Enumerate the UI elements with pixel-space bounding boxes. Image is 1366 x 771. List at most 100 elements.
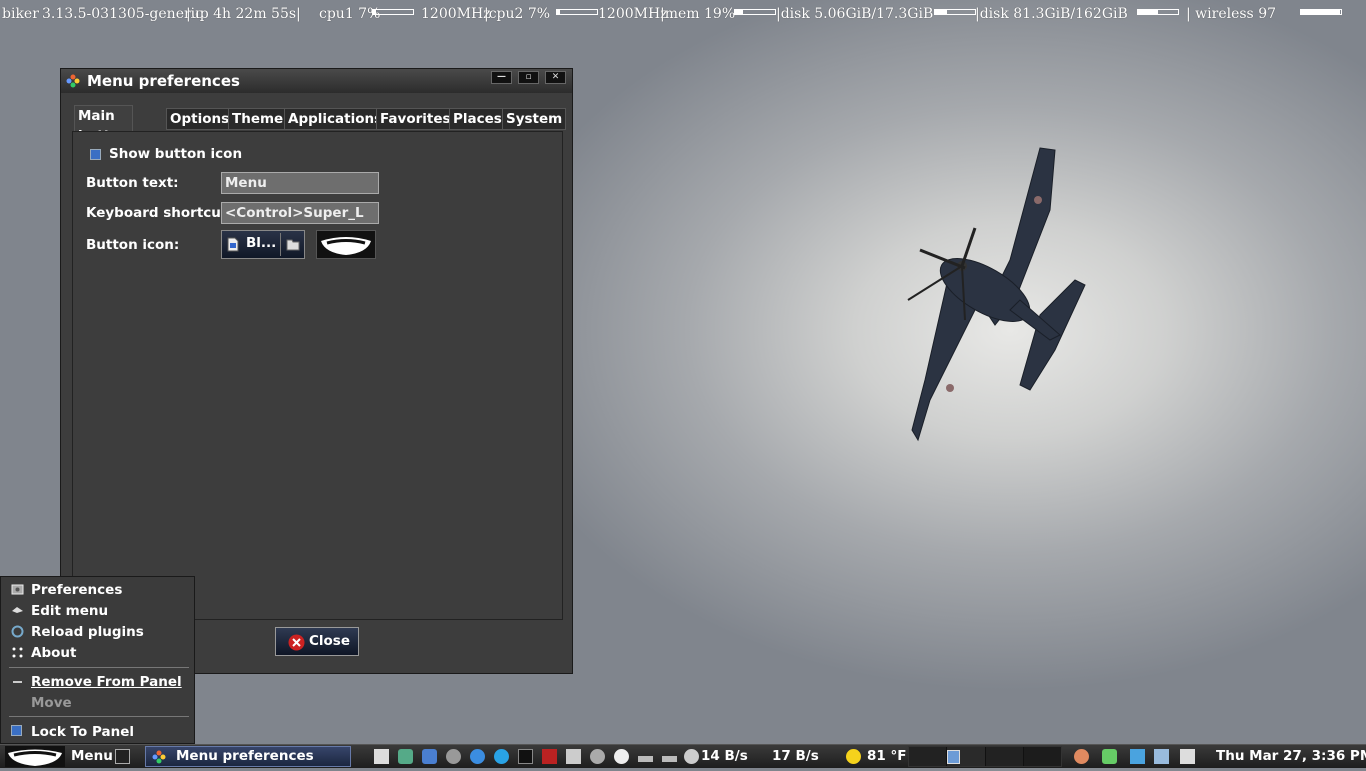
workspace-4[interactable] — [1024, 747, 1061, 766]
tab-options[interactable]: Options — [166, 108, 234, 130]
conky-cpu2-freq: 1200MHz — [598, 6, 668, 22]
settings-gear-icon[interactable] — [590, 749, 605, 764]
tab-places[interactable]: Places — [449, 108, 506, 130]
chopper-menu-logo[interactable] — [5, 746, 65, 767]
weather-temp[interactable]: 81 °F — [867, 748, 906, 764]
conky-uptime: |up 4h 22m 55s| — [186, 6, 301, 22]
menu-item-lock-to-panel[interactable]: Lock To Panel — [3, 722, 192, 742]
chopper-logo-preview — [316, 230, 376, 259]
show-desktop-icon[interactable] — [115, 749, 130, 764]
main-button-panel: Show button icon Button text: Menu Keybo… — [72, 131, 563, 620]
minimize-button[interactable]: — — [491, 71, 512, 84]
menu-item-about[interactable]: About — [3, 643, 192, 663]
button-text-input[interactable]: Menu — [221, 172, 379, 194]
edit-menu-icon — [12, 607, 23, 613]
drive-icon[interactable] — [638, 756, 653, 762]
menu-item-edit-menu[interactable]: Edit menu — [3, 601, 192, 621]
conky-cpu2: |cpu2 7% — [484, 6, 551, 22]
battery-icon[interactable] — [1180, 749, 1195, 764]
notification-icon[interactable] — [1074, 749, 1089, 764]
tab-theme[interactable]: Theme — [228, 108, 288, 130]
show-icon-label[interactable]: Show button icon — [109, 146, 242, 162]
taskbar-item-menu-preferences[interactable]: Menu preferences — [145, 746, 351, 767]
conky-mem: |mem 19% — [660, 6, 736, 22]
signal-strength-icon[interactable] — [1154, 749, 1169, 764]
media-player-icon[interactable] — [398, 749, 413, 764]
conky-wireless: | wireless 97 — [1186, 6, 1277, 22]
maximize-button[interactable]: ▫ — [518, 71, 539, 84]
about-icon — [12, 647, 23, 658]
disk1-bar — [934, 9, 976, 15]
panel-clock[interactable]: Thu Mar 27, 3:36 PM — [1216, 748, 1366, 764]
browser-icon[interactable] — [470, 749, 485, 764]
app-icon — [152, 750, 166, 764]
button-icon-label: Button icon: — [86, 237, 180, 253]
preferences-icon — [11, 584, 24, 595]
security-shield-icon[interactable] — [1102, 749, 1117, 764]
menu-item-preferences[interactable]: Preferences — [3, 580, 192, 600]
close-circle-icon — [288, 634, 305, 651]
conky-cpu1-freq: 1200MHz — [421, 6, 491, 22]
pdf-reader-icon[interactable] — [542, 749, 557, 764]
workspace-3[interactable] — [986, 747, 1023, 766]
software-icon[interactable] — [446, 749, 461, 764]
icon-file-label: Bl... — [246, 235, 277, 251]
tab-main-button[interactable]: Main button — [74, 105, 134, 144]
wireless-bar — [1300, 9, 1342, 15]
window-title: Menu preferences — [87, 72, 240, 90]
chopper-logo-icon — [8, 749, 62, 766]
lock-checkbox-icon — [11, 725, 22, 736]
conky-host: biker — [2, 6, 39, 22]
web-icon[interactable] — [494, 749, 509, 764]
remove-icon — [13, 681, 22, 683]
close-window-button[interactable]: ✕ — [545, 71, 566, 84]
workspace-switcher[interactable] — [908, 746, 1062, 767]
conky-disk1: |disk 5.06GiB/17.3GiB — [776, 6, 934, 22]
chopper-logo-icon — [321, 237, 371, 255]
conky-kernel: 3.13.5-031305-generic — [42, 6, 203, 22]
conky-system-monitor: biker 3.13.5-031305-generic |up 4h 22m 5… — [0, 0, 1366, 28]
terminal-icon[interactable] — [518, 749, 533, 764]
file-icon — [227, 237, 239, 252]
cpu2-bar — [556, 9, 598, 15]
app-icon — [66, 74, 80, 88]
search-icon[interactable] — [614, 749, 629, 764]
net-down-rate: 14 B/s — [701, 748, 748, 764]
menu-separator — [9, 716, 189, 717]
tab-applications[interactable]: Applications — [284, 108, 387, 130]
workspace-2[interactable] — [947, 747, 985, 766]
menu-item-remove-from-panel[interactable]: Remove From Panel — [3, 672, 192, 692]
cpu1-bar — [372, 9, 414, 15]
screenshot-icon[interactable] — [566, 749, 581, 764]
workspace-1[interactable] — [909, 747, 946, 766]
close-button[interactable]: Close — [275, 627, 359, 656]
button-text-label: Button text: — [86, 175, 179, 191]
menu-item-reload-plugins[interactable]: Reload plugins — [3, 622, 192, 642]
files-icon[interactable] — [374, 749, 389, 764]
disk2-bar — [1137, 9, 1179, 15]
tab-system[interactable]: System — [502, 108, 567, 130]
menu-separator — [9, 667, 189, 668]
mem-bar — [734, 9, 776, 15]
file-manager-icon[interactable] — [422, 749, 437, 764]
menu-applet-label[interactable]: Menu — [71, 748, 113, 764]
window-titlebar[interactable]: Menu preferences — ▫ ✕ — [61, 69, 572, 93]
net-up-rate: 17 B/s — [772, 748, 819, 764]
network-monitor-icon — [684, 749, 699, 764]
shortcut-label: Keyboard shortcut: — [86, 205, 233, 221]
menu-item-move: Move — [31, 695, 72, 711]
open-folder-icon — [286, 239, 300, 251]
close-button-label: Close — [309, 633, 351, 649]
network-icon[interactable] — [1130, 749, 1145, 764]
bottom-panel: Menu Menu preferences 14 B/s 17 B/s 81 °… — [0, 744, 1366, 768]
tab-favorites[interactable]: Favorites — [376, 108, 455, 130]
weather-sun-icon[interactable] — [846, 749, 861, 764]
show-icon-checkbox[interactable] — [90, 149, 101, 160]
reload-icon — [11, 625, 24, 638]
applet-context-menu: Preferences Edit menu Reload plugins Abo… — [0, 576, 195, 744]
icon-file-chooser[interactable]: Bl... — [221, 230, 305, 259]
conky-disk2: |disk 81.3GiB/162GiB — [975, 6, 1128, 22]
wallpaper-airplane — [907, 147, 1086, 442]
drive-icon-2[interactable] — [662, 756, 677, 762]
shortcut-input[interactable]: <Control>Super_L — [221, 202, 379, 224]
